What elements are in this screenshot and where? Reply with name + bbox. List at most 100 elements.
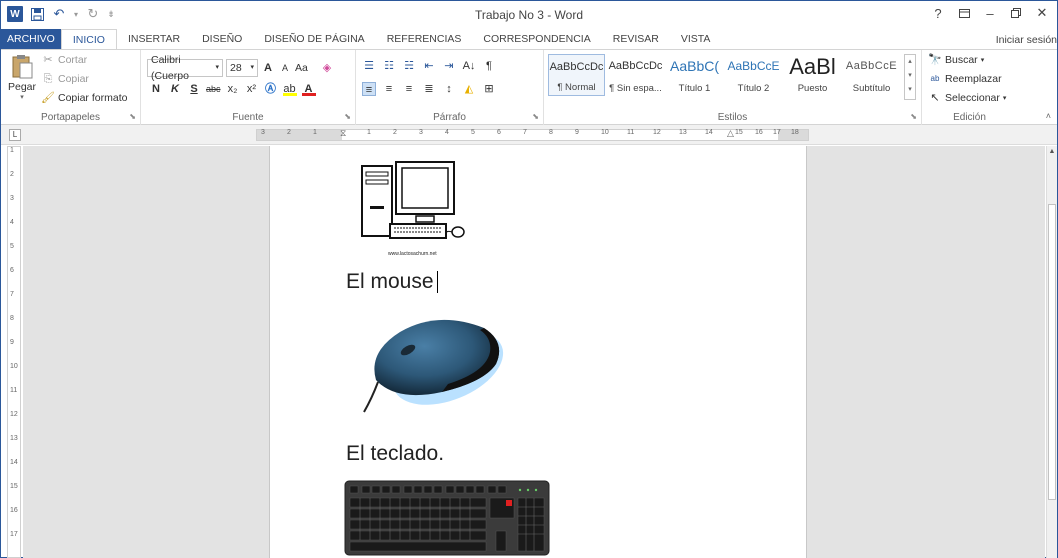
format-painter-label: Copiar formato xyxy=(58,92,128,104)
font-name-combo[interactable]: Calibri (Cuerpo ▾ xyxy=(147,54,223,82)
ruler-tick: 6 xyxy=(10,267,14,274)
ruler-tick: 13 xyxy=(10,435,18,442)
style-preview: AaBbCcDc xyxy=(608,60,663,72)
ruler-tick: 13 xyxy=(679,129,687,136)
scroll-down-icon[interactable]: ▾ xyxy=(905,69,915,83)
collapse-ribbon-icon[interactable]: ˄ xyxy=(1046,111,1051,121)
multilevel-list-icon[interactable]: ☵ xyxy=(402,59,416,73)
replace-icon: ab xyxy=(930,74,940,83)
styles-launcher-icon[interactable]: ⬊ xyxy=(910,112,917,121)
vertical-ruler[interactable]: 1 2 3 4 5 6 7 8 9 10 11 12 13 14 15 16 1… xyxy=(7,146,21,558)
horizontal-ruler[interactable]: 3 2 1 ⧖ 1 2 3 4 5 6 7 8 9 10 11 12 13 14… xyxy=(256,128,809,141)
font-size-value: 28 xyxy=(230,62,242,74)
style-normal[interactable]: AaBbCcDc ¶ Normal xyxy=(548,54,605,96)
style-no-spacing[interactable]: AaBbCcDc ¶ Sin espa... xyxy=(607,54,664,96)
font-launcher-icon[interactable]: ⬊ xyxy=(344,112,351,121)
style-subtitle[interactable]: AaBbCcE Subtítulo xyxy=(843,54,900,96)
select-button[interactable]: ↖ Seleccionar ▾ xyxy=(928,91,1006,105)
vertical-scrollbar[interactable]: ▲ xyxy=(1046,146,1057,558)
tab-vista[interactable]: VISTA xyxy=(670,29,722,49)
tab-diseno-pagina[interactable]: DISEÑO DE PÁGINA xyxy=(253,29,375,49)
style-title[interactable]: AaBl Puesto xyxy=(784,54,841,96)
style-heading-2[interactable]: AaBbCcE Título 2 xyxy=(725,54,782,96)
help-button[interactable]: ? xyxy=(927,4,949,22)
decrease-indent-icon[interactable]: ⇤ xyxy=(422,59,436,73)
keyboard-image[interactable] xyxy=(344,480,550,556)
mouse-image[interactable] xyxy=(356,312,516,422)
sort-icon[interactable]: A↓ xyxy=(462,59,476,73)
ruler-tick: 11 xyxy=(627,129,635,136)
cut-button[interactable]: ✂ Cortar xyxy=(41,53,87,67)
document-page[interactable]: www.lactosachurn.net El mouse El teclado xyxy=(269,146,807,558)
superscript-button[interactable]: x² xyxy=(245,82,259,96)
font-size-combo[interactable]: 28 ▾ xyxy=(226,59,258,77)
sign-in-link[interactable]: Iniciar sesión xyxy=(996,34,1057,46)
scroll-up-arrow-icon[interactable]: ▲ xyxy=(1047,148,1057,160)
ruler-tick: 10 xyxy=(601,129,609,136)
shading-icon[interactable]: ◭ xyxy=(462,82,476,96)
clipboard-launcher-icon[interactable]: ⬊ xyxy=(129,112,136,121)
scroll-thumb[interactable] xyxy=(1048,204,1056,500)
heading-keyboard[interactable]: El teclado. xyxy=(346,442,444,466)
tab-referencias[interactable]: REFERENCIAS xyxy=(376,29,473,49)
tab-selector[interactable]: L xyxy=(9,129,21,141)
font-row-1: Calibri (Cuerpo ▾ 28 ▾ A A Aa ◈ xyxy=(147,54,334,82)
tab-insertar[interactable]: INSERTAR xyxy=(117,29,191,49)
indent-marker-icon[interactable]: ⧖ xyxy=(340,128,346,139)
align-center-icon[interactable]: ≡ xyxy=(382,82,396,96)
close-icon[interactable]: ✕ xyxy=(1031,4,1053,22)
underline-button[interactable]: S xyxy=(187,82,201,96)
style-heading-1[interactable]: AaBbC( Título 1 xyxy=(666,54,723,96)
align-left-icon[interactable]: ≡ xyxy=(362,82,376,96)
line-spacing-icon[interactable]: ↕ xyxy=(442,82,456,96)
replace-button[interactable]: ab Reemplazar xyxy=(928,72,1002,86)
right-indent-marker-icon[interactable]: △ xyxy=(727,128,734,139)
bullets-icon[interactable]: ☰ xyxy=(362,59,376,73)
font-color-icon[interactable]: A xyxy=(301,82,316,96)
ruler-tick: 18 xyxy=(791,129,799,136)
ruler-tick: 2 xyxy=(10,171,14,178)
tab-revisar[interactable]: REVISAR xyxy=(602,29,670,49)
align-right-icon[interactable]: ≡ xyxy=(402,82,416,96)
ruler-tick: 9 xyxy=(575,129,579,136)
more-styles-icon[interactable]: ▾ xyxy=(905,83,915,97)
ruler-tick: 17 xyxy=(773,129,781,136)
tab-correspondencia[interactable]: CORRESPONDENCIA xyxy=(472,29,601,49)
minimize-icon[interactable]: – xyxy=(979,4,1001,22)
borders-icon[interactable]: ⊞ xyxy=(482,82,496,96)
shrink-font-icon[interactable]: A xyxy=(278,61,292,75)
change-case-button[interactable]: Aa xyxy=(295,62,317,74)
clear-formatting-icon[interactable]: ◈ xyxy=(320,61,334,75)
bold-button[interactable]: N xyxy=(149,82,163,96)
find-button[interactable]: 🔭 Buscar ▾ xyxy=(928,53,984,67)
strikethrough-button[interactable]: abc xyxy=(206,84,221,94)
paste-button[interactable]: Pegar ▾ xyxy=(5,54,39,101)
increase-indent-icon[interactable]: ⇥ xyxy=(442,59,456,73)
computer-clipart[interactable] xyxy=(356,160,476,260)
restore-icon[interactable] xyxy=(1005,4,1027,22)
subscript-button[interactable]: x₂ xyxy=(226,82,240,96)
paragraph-launcher-icon[interactable]: ⬊ xyxy=(532,112,539,121)
tab-archivo[interactable]: ARCHIVO xyxy=(1,29,61,49)
ruler-tick: 8 xyxy=(10,315,14,322)
tab-inicio[interactable]: INICIO xyxy=(60,29,117,50)
grow-font-icon[interactable]: A xyxy=(261,61,275,75)
highlight-color-icon[interactable]: ab xyxy=(282,82,297,96)
scroll-up-icon[interactable]: ▴ xyxy=(905,55,915,69)
justify-icon[interactable]: ≣ xyxy=(422,82,436,96)
tab-diseno[interactable]: DISEÑO xyxy=(191,29,253,49)
left-margin-area xyxy=(257,130,342,140)
styles-scroll[interactable]: ▴ ▾ ▾ xyxy=(904,54,916,100)
ribbon-display-icon[interactable] xyxy=(953,4,975,22)
format-painter-button[interactable]: 🖌 Copiar formato xyxy=(41,91,127,105)
italic-button[interactable]: K xyxy=(168,82,182,96)
chevron-down-icon: ▾ xyxy=(980,57,985,64)
heading-mouse[interactable]: El mouse xyxy=(346,270,438,294)
style-preview: AaBl xyxy=(789,57,836,75)
numbering-icon[interactable]: ☷ xyxy=(382,59,396,73)
text-effects-icon[interactable]: Ⓐ xyxy=(264,82,278,96)
select-label: Seleccionar xyxy=(945,92,1000,104)
copy-button[interactable]: ⎘ Copiar xyxy=(41,72,89,86)
show-marks-icon[interactable]: ¶ xyxy=(482,59,496,73)
editing-group-label: Edición xyxy=(953,112,986,123)
